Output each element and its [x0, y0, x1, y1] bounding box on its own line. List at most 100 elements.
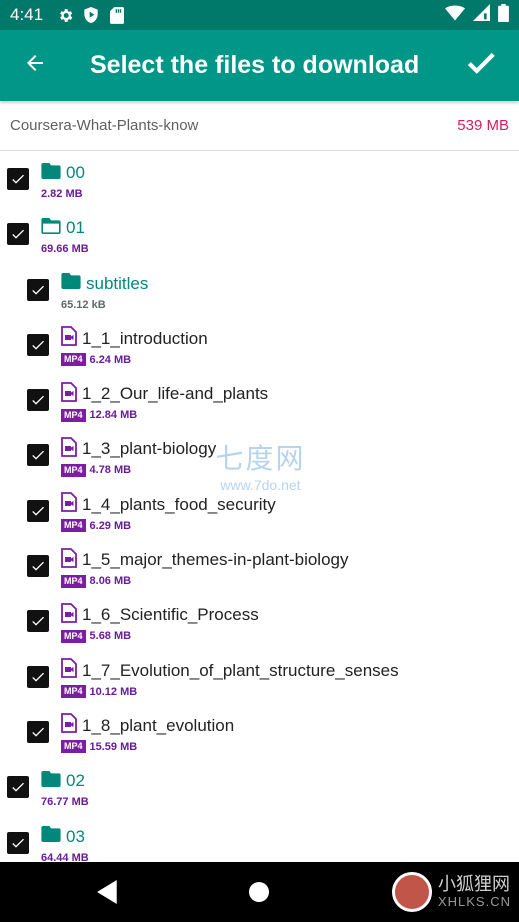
- video-file-icon: [61, 381, 77, 407]
- file-name: 1_1_introduction: [82, 328, 208, 348]
- item-checkbox[interactable]: [7, 223, 29, 246]
- item-size: 65.12 kB: [61, 298, 106, 311]
- file-row[interactable]: 1_7_Evolution_of_plant_structure_senses M…: [0, 649, 519, 704]
- torrent-summary: Coursera-What-Plants-know 539 MB: [0, 101, 519, 151]
- file-name: 1_7_Evolution_of_plant_structure_senses: [82, 660, 399, 680]
- item-size: 5.68 MB: [89, 630, 132, 643]
- status-bar: 4:41: [0, 0, 519, 30]
- item-info: subtitles 65.12 kB: [61, 273, 148, 313]
- gear-icon: [55, 6, 75, 24]
- item-checkbox[interactable]: [27, 278, 49, 301]
- folder-name: subtitles: [86, 273, 149, 293]
- item-size: 12.84 MB: [89, 409, 138, 422]
- folder-icon: [41, 162, 61, 184]
- file-row[interactable]: 1_2_Our_life-and_plants MP4 12.84 MB: [0, 372, 519, 427]
- nav-home-button[interactable]: [249, 882, 269, 902]
- file-row[interactable]: 1_8_plant_evolution MP4 15.59 MB: [0, 704, 519, 759]
- item-size: 6.29 MB: [89, 519, 132, 532]
- item-size: 8.06 MB: [89, 575, 132, 588]
- file-name: 1_2_Our_life-and_plants: [82, 384, 269, 404]
- item-size: 2.82 MB: [41, 188, 83, 200]
- shield-icon: [81, 6, 101, 24]
- item-checkbox[interactable]: [27, 610, 49, 633]
- folder-row[interactable]: subtitles 65.12 kB: [0, 262, 519, 317]
- video-file-icon: [61, 713, 77, 738]
- file-row[interactable]: 1_3_plant-biology MP4 4.78 MB: [0, 427, 519, 482]
- item-checkbox[interactable]: [7, 831, 29, 854]
- corner-watermark: 小狐狸网 XHLKS.CN: [391, 872, 511, 912]
- file-row[interactable]: 1_4_plants_food_security MP4 6.29 MB: [0, 483, 519, 538]
- video-file-icon: [61, 326, 77, 351]
- file-name: 1_5_major_themes-in-plant-biology: [82, 550, 349, 570]
- file-type-badge: MP4: [61, 685, 86, 699]
- item-size: 69.66 MB: [41, 243, 89, 256]
- file-row[interactable]: 1_1_introduction MP4 6.24 MB: [0, 317, 519, 372]
- file-name: 1_8_plant_evolution: [82, 715, 235, 735]
- video-file-icon: [61, 602, 77, 628]
- video-file-icon: [61, 492, 77, 517]
- torrent-total-size: 539 MB: [457, 117, 509, 134]
- item-info: 1_6_Scientific_Process MP4 5.68 MB: [61, 602, 259, 644]
- item-info: 00 2.82 MB: [41, 162, 85, 202]
- item-checkbox[interactable]: [7, 776, 29, 799]
- file-type-badge: MP4: [61, 574, 86, 588]
- item-info: 02 76.77 MB: [41, 770, 89, 810]
- video-file-icon: [61, 658, 77, 683]
- file-type-badge: MP4: [61, 463, 86, 477]
- item-info: 1_8_plant_evolution MP4 15.59 MB: [61, 713, 235, 755]
- item-checkbox[interactable]: [27, 720, 49, 743]
- status-time: 4:41: [10, 5, 44, 24]
- file-type-badge: MP4: [61, 408, 86, 422]
- file-type-badge: MP4: [61, 519, 86, 533]
- item-info: 1_5_major_themes-in-plant-biology MP4 8.06…: [61, 547, 349, 589]
- item-size: 6.24 MB: [89, 353, 132, 366]
- item-info: 1_7_Evolution_of_plant_structure_senses M…: [61, 658, 399, 700]
- item-checkbox[interactable]: [27, 444, 49, 467]
- corner-watermark-sub: XHLKS.CN: [437, 893, 511, 909]
- video-file-icon: [61, 437, 77, 462]
- corner-watermark-text: 小狐狸网: [437, 873, 510, 895]
- folder-name: 03: [66, 826, 85, 846]
- folder-icon: [41, 770, 61, 792]
- torrent-name: Coursera-What-Plants-know: [10, 117, 199, 134]
- item-size: 76.77 MB: [41, 796, 89, 809]
- folder-row[interactable]: 00 2.82 MB: [0, 151, 519, 206]
- arrow-left-icon: [23, 51, 47, 80]
- item-size: 4.78 MB: [89, 464, 132, 477]
- item-checkbox[interactable]: [7, 168, 29, 190]
- item-info: 1_2_Our_life-and_plants MP4 12.84 MB: [61, 381, 269, 423]
- item-checkbox[interactable]: [27, 665, 49, 688]
- file-name: 1_4_plants_food_security: [82, 494, 276, 514]
- sdcard-icon: [107, 6, 127, 24]
- file-name: 1_6_Scientific_Process: [82, 605, 259, 625]
- folder-icon: [41, 826, 61, 847]
- nav-back-button[interactable]: [97, 880, 119, 909]
- folder-row[interactable]: 03 64.44 MB: [0, 815, 519, 862]
- file-row[interactable]: 1_5_major_themes-in-plant-biology MP4 8.06…: [0, 538, 519, 593]
- navigation-bar: 小狐狸网 XHLKS.CN: [0, 862, 519, 922]
- item-checkbox[interactable]: [27, 333, 49, 356]
- file-list[interactable]: 00 2.82 MB 01 69.66 MB subtitles 65.12 kB 1_1_…: [0, 151, 519, 862]
- battery-icon: [498, 3, 509, 27]
- item-info: 03 64.44 MB: [41, 826, 89, 862]
- folder-icon: [61, 273, 81, 294]
- file-row[interactable]: 1_6_Scientific_Process MP4 5.68 MB: [0, 593, 519, 648]
- confirm-button[interactable]: [451, 30, 511, 101]
- item-checkbox[interactable]: [27, 499, 49, 522]
- item-info: 1_1_introduction MP4 6.24 MB: [61, 326, 208, 368]
- item-checkbox[interactable]: [27, 389, 49, 412]
- folder-row[interactable]: 01 69.66 MB: [0, 206, 519, 261]
- item-info: 1_4_plants_food_security MP4 6.29 MB: [61, 492, 276, 534]
- file-name: 1_3_plant-biology: [82, 439, 217, 459]
- item-checkbox[interactable]: [27, 555, 49, 578]
- item-info: 01 69.66 MB: [41, 217, 89, 257]
- folder-open-icon: [41, 217, 61, 239]
- file-type-badge: MP4: [61, 740, 86, 754]
- folder-row[interactable]: 02 76.77 MB: [0, 759, 519, 814]
- checkmark-icon: [464, 46, 498, 85]
- file-type-badge: MP4: [61, 353, 86, 367]
- wifi-icon: [445, 5, 465, 26]
- file-type-badge: MP4: [61, 629, 86, 643]
- back-button[interactable]: [0, 30, 70, 101]
- video-file-icon: [61, 547, 77, 573]
